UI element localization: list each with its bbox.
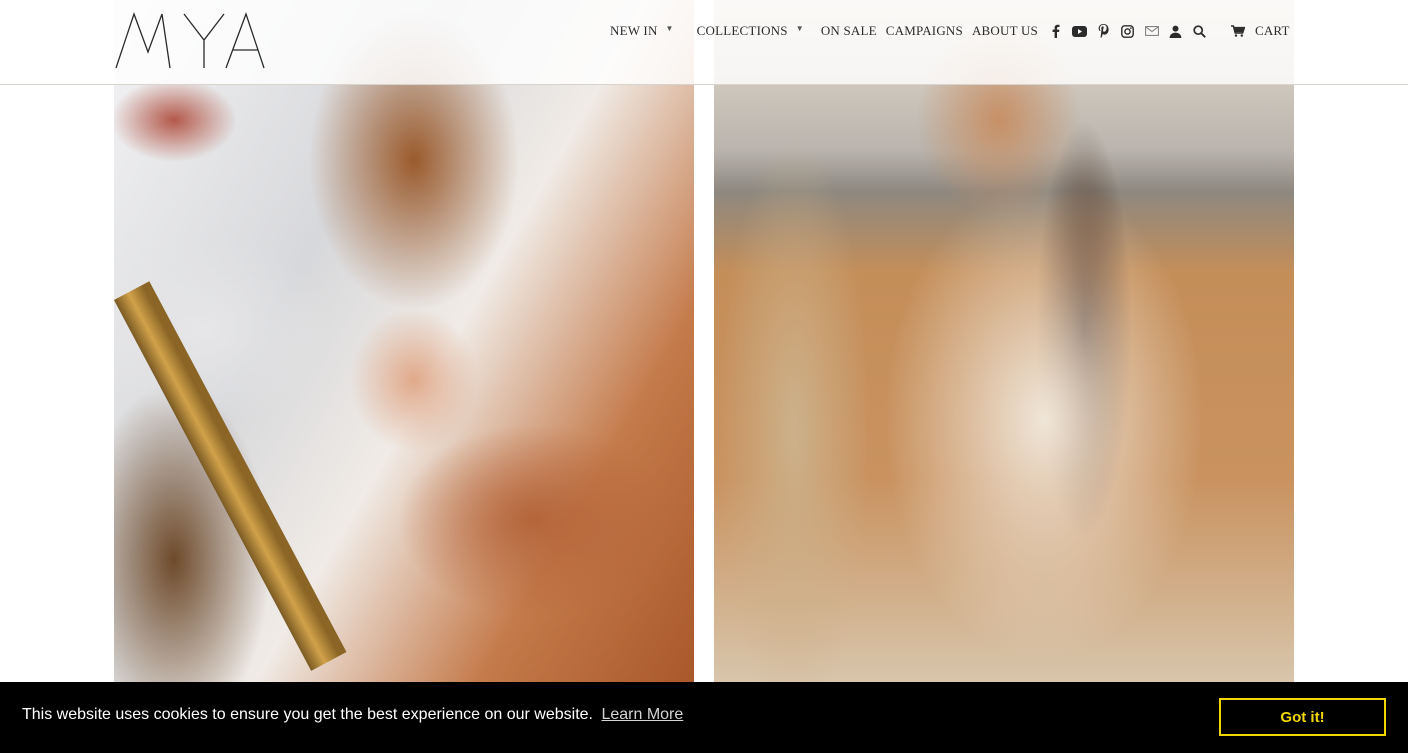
learn-more-link[interactable]: Learn More	[601, 706, 683, 723]
nav-label: CAMPAIGNS	[885, 23, 963, 38]
user-icon[interactable]	[1168, 23, 1184, 39]
nav-label: ON SALE	[820, 23, 877, 38]
logo-mark-icon	[115, 12, 265, 69]
mail-icon[interactable]	[1144, 23, 1160, 39]
cookie-message: This website uses cookies to ensure you …	[22, 706, 593, 723]
cookie-message-row: This website uses cookies to ensure you …	[22, 706, 683, 724]
chevron-down-icon: ▼	[665, 23, 674, 33]
cart-icon	[1230, 23, 1246, 39]
cart-label: CART	[1254, 23, 1290, 38]
nav-item-on-sale[interactable]: ON SALE	[821, 23, 877, 39]
nav-item-new-in[interactable]: NEW IN ▼	[610, 23, 674, 39]
mirror-frame-graphic	[114, 281, 347, 671]
nav-item-campaigns[interactable]: CAMPAIGNS	[886, 23, 963, 39]
facebook-icon[interactable]	[1048, 23, 1064, 39]
cookie-consent-bar: This website uses cookies to ensure you …	[0, 682, 1408, 753]
site-header: NEW IN ▼ COLLECTIONS ▼ ON SALE CAMPAIGNS…	[0, 0, 1408, 85]
nav-item-collections[interactable]: COLLECTIONS ▼	[697, 23, 804, 39]
nav-label: COLLECTIONS	[696, 23, 788, 38]
instagram-icon[interactable]	[1120, 23, 1136, 39]
nav-label: ABOUT US	[971, 23, 1038, 38]
chevron-down-icon: ▼	[795, 23, 804, 33]
cart-link[interactable]: CART	[1230, 23, 1290, 39]
nav-label: NEW IN	[610, 23, 658, 38]
hero-image-right[interactable]	[714, 0, 1294, 682]
main-nav: NEW IN ▼ COLLECTIONS ▼ ON SALE CAMPAIGNS…	[610, 21, 1290, 41]
accept-cookies-button[interactable]: Got it!	[1219, 698, 1386, 736]
search-icon[interactable]	[1192, 23, 1208, 39]
hero-image-left[interactable]	[114, 0, 694, 682]
brand-logo[interactable]	[114, 8, 266, 72]
youtube-icon[interactable]	[1072, 23, 1088, 39]
nav-item-about-us[interactable]: ABOUT US	[972, 23, 1038, 39]
pinterest-icon[interactable]	[1096, 23, 1112, 39]
